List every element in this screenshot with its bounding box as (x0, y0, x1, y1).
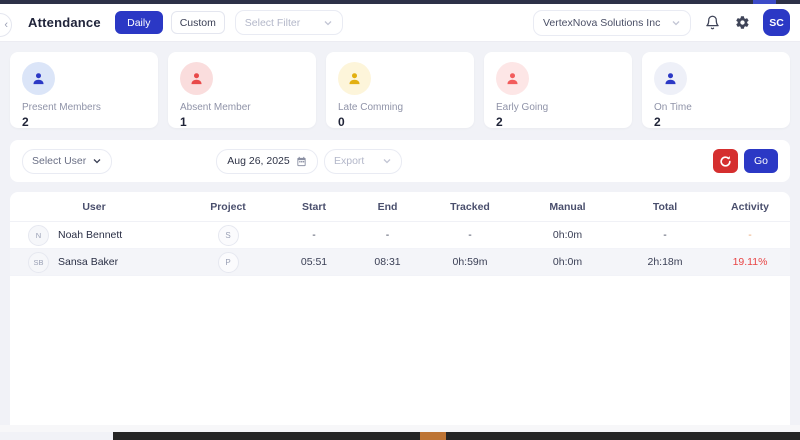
table-row[interactable]: SB Sansa Baker P 05:51 08:31 0h:59m 0h:0… (10, 249, 790, 276)
stat-card-value: 2 (22, 115, 146, 129)
user-cell: N Noah Bennett (10, 225, 178, 246)
date-picker[interactable]: Aug 26, 2025 (216, 149, 318, 174)
stat-card-value: 2 (654, 115, 778, 129)
page-title: Attendance (28, 15, 101, 30)
stat-card-label: On Time (654, 102, 778, 113)
project-badge: S (218, 225, 239, 246)
select-filter-dropdown[interactable]: Select Filter (235, 10, 343, 35)
export-dropdown[interactable]: Export (324, 149, 402, 174)
person-icon (22, 62, 55, 95)
user-initials-avatar: SB (28, 252, 49, 273)
table-body: N Noah Bennett S - - - 0h:0m - - SB Sans… (10, 222, 790, 276)
project-badge: P (218, 252, 239, 273)
filter-actions: Go (713, 149, 778, 173)
project-cell: S (178, 225, 278, 246)
activity-cell: - (710, 229, 790, 241)
manual-cell: 0h:0m (515, 256, 620, 268)
activity-cell: 19.11% (710, 256, 790, 268)
table-header-project: Project (178, 201, 278, 213)
stat-card: Present Members 2 (10, 52, 158, 128)
date-value: Aug 26, 2025 (227, 155, 289, 167)
user-initials-avatar: N (28, 225, 49, 246)
end-cell: 08:31 (350, 256, 425, 268)
tracked-cell: 0h:59m (425, 256, 515, 268)
person-icon (496, 62, 529, 95)
filter-panel: Select User Aug 26, 2025 Export Go (10, 140, 790, 182)
stat-cards-row: Present Members 2 Absent Member 1 Late C… (10, 52, 790, 128)
bottom-light-strip (0, 425, 800, 432)
refresh-button[interactable] (713, 149, 738, 173)
select-user-placeholder: Select User (32, 155, 86, 167)
user-cell: SB Sansa Baker (10, 252, 178, 273)
chevron-down-icon (382, 156, 392, 166)
end-cell: - (350, 229, 425, 241)
table-header-row: UserProjectStartEndTrackedManualTotalAct… (10, 192, 790, 222)
total-cell: 2h:18m (620, 256, 710, 268)
stat-card: Early Going 2 (484, 52, 632, 128)
sidebar-collapse-button[interactable]: ‹ (0, 13, 12, 37)
start-cell: 05:51 (278, 256, 350, 268)
stat-card: Absent Member 1 (168, 52, 316, 128)
select-user-dropdown[interactable]: Select User (22, 149, 112, 174)
daily-tab-button[interactable]: Daily (115, 11, 163, 34)
stat-card-value: 2 (496, 115, 620, 129)
header-bar: ‹ Attendance Daily Custom Select Filter … (0, 4, 800, 42)
stat-card-label: Late Comming (338, 102, 462, 113)
person-icon (180, 62, 213, 95)
stat-card-label: Absent Member (180, 102, 304, 113)
attendance-table: UserProjectStartEndTrackedManualTotalAct… (10, 192, 790, 425)
table-header-manual: Manual (515, 201, 620, 213)
chevron-down-icon (323, 18, 333, 28)
start-cell: - (278, 229, 350, 241)
table-header-start: Start (278, 201, 350, 213)
tracked-cell: - (425, 229, 515, 241)
taskbar-active-app (420, 432, 446, 440)
person-icon (338, 62, 371, 95)
total-cell: - (620, 229, 710, 241)
company-dropdown[interactable]: VertexNova Solutions Inc (533, 10, 691, 36)
user-name: Noah Bennett (58, 229, 122, 241)
custom-tab-button[interactable]: Custom (171, 11, 225, 34)
chevron-down-icon (92, 156, 102, 166)
company-name: VertexNova Solutions Inc (543, 17, 660, 29)
table-header-tracked: Tracked (425, 201, 515, 213)
taskbar (113, 432, 800, 440)
table-header-activity: Activity (710, 201, 790, 213)
user-name: Sansa Baker (58, 256, 118, 268)
header-right-group: VertexNova Solutions Inc SC (533, 9, 790, 36)
manual-cell: 0h:0m (515, 229, 620, 241)
table-row[interactable]: N Noah Bennett S - - - 0h:0m - - (10, 222, 790, 249)
user-avatar[interactable]: SC (763, 9, 790, 36)
table-header-total: Total (620, 201, 710, 213)
stat-card-value: 1 (180, 115, 304, 129)
settings-gear-icon[interactable] (733, 14, 751, 32)
project-cell: P (178, 252, 278, 273)
stat-card-label: Early Going (496, 102, 620, 113)
stat-card: Late Comming 0 (326, 52, 474, 128)
stat-card-value: 0 (338, 115, 462, 129)
stat-card-label: Present Members (22, 102, 146, 113)
calendar-icon (296, 156, 307, 167)
stat-card: On Time 2 (642, 52, 790, 128)
table-header-end: End (350, 201, 425, 213)
go-button[interactable]: Go (744, 149, 778, 173)
chevron-down-icon (671, 18, 681, 28)
notifications-bell-icon[interactable] (703, 14, 721, 32)
refresh-icon (719, 155, 732, 168)
export-placeholder: Export (334, 155, 364, 167)
person-icon (654, 62, 687, 95)
select-filter-placeholder: Select Filter (245, 17, 300, 29)
table-header-user: User (10, 201, 178, 213)
